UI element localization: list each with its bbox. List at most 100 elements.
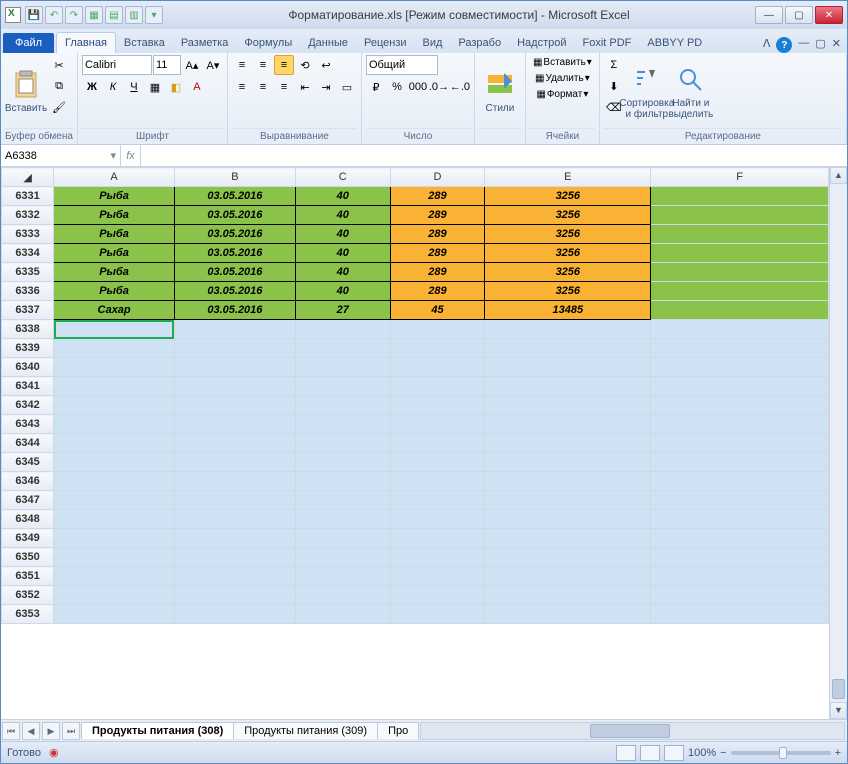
cell[interactable]: [54, 396, 175, 415]
cell[interactable]: [651, 472, 829, 491]
row-header[interactable]: 6331: [2, 187, 54, 206]
name-box-input[interactable]: [5, 150, 85, 162]
cell[interactable]: [174, 491, 295, 510]
bold-button[interactable]: Ж: [82, 77, 102, 97]
cell[interactable]: [54, 377, 175, 396]
cell[interactable]: 40: [295, 282, 390, 301]
cell[interactable]: [485, 339, 651, 358]
fx-icon[interactable]: fx: [121, 145, 141, 166]
help-icon[interactable]: ?: [776, 37, 792, 53]
cell[interactable]: 03.05.2016: [174, 206, 295, 225]
save-icon[interactable]: 💾: [25, 6, 43, 24]
tab-layout[interactable]: Разметка: [173, 33, 237, 53]
cell[interactable]: [390, 415, 485, 434]
cell[interactable]: 45: [390, 301, 485, 320]
scroll-down-icon[interactable]: ▼: [830, 702, 847, 719]
table-row[interactable]: 6344: [2, 434, 829, 453]
table-row[interactable]: 6342: [2, 396, 829, 415]
cell[interactable]: 03.05.2016: [174, 187, 295, 206]
cell[interactable]: 3256: [485, 206, 651, 225]
wrap-text-icon[interactable]: ↩: [316, 55, 336, 75]
table-row[interactable]: 6350: [2, 548, 829, 567]
table-row[interactable]: 6348: [2, 510, 829, 529]
tab-data[interactable]: Данные: [300, 33, 356, 53]
cell[interactable]: [54, 529, 175, 548]
name-box-dropdown-icon[interactable]: ▾: [110, 149, 116, 162]
cell[interactable]: [295, 586, 390, 605]
sheet-nav-next-icon[interactable]: ▶: [42, 722, 60, 740]
cell[interactable]: [390, 434, 485, 453]
cell[interactable]: 3256: [485, 282, 651, 301]
table-row[interactable]: 6338: [2, 320, 829, 339]
horizontal-scrollbar[interactable]: [420, 722, 845, 740]
cell[interactable]: [295, 548, 390, 567]
cell[interactable]: Рыба: [54, 187, 175, 206]
cell[interactable]: [390, 377, 485, 396]
cell[interactable]: [485, 358, 651, 377]
zoom-slider[interactable]: [731, 751, 831, 755]
cell[interactable]: [651, 282, 829, 301]
cell[interactable]: [390, 472, 485, 491]
cell[interactable]: [651, 206, 829, 225]
cell[interactable]: [485, 529, 651, 548]
cell[interactable]: [295, 415, 390, 434]
cell[interactable]: [295, 396, 390, 415]
doc-restore-icon[interactable]: ▢: [815, 37, 825, 53]
cell[interactable]: [485, 567, 651, 586]
tab-addins[interactable]: Надстрой: [509, 33, 574, 53]
cell[interactable]: [485, 548, 651, 567]
cell[interactable]: 289: [390, 206, 485, 225]
format-button[interactable]: ▦ Формат ▾: [530, 87, 595, 102]
row-header[interactable]: 6348: [2, 510, 54, 529]
cell[interactable]: Рыба: [54, 206, 175, 225]
fill-icon[interactable]: ⬇: [604, 76, 624, 96]
cell[interactable]: [651, 434, 829, 453]
cell[interactable]: 40: [295, 244, 390, 263]
row-header[interactable]: 6335: [2, 263, 54, 282]
cell[interactable]: [651, 320, 829, 339]
table-row[interactable]: 6353: [2, 605, 829, 624]
cell[interactable]: 3256: [485, 244, 651, 263]
row-header[interactable]: 6351: [2, 567, 54, 586]
cell[interactable]: [390, 529, 485, 548]
close-button[interactable]: ✕: [815, 6, 843, 24]
table-row[interactable]: 6340: [2, 358, 829, 377]
cell[interactable]: 03.05.2016: [174, 282, 295, 301]
cell[interactable]: [54, 586, 175, 605]
ribbon-minimize-icon[interactable]: ᐱ: [763, 37, 771, 53]
sheet-tab[interactable]: Продукты питания (309): [233, 722, 378, 739]
cell[interactable]: [651, 225, 829, 244]
row-header[interactable]: 6346: [2, 472, 54, 491]
cell[interactable]: [390, 453, 485, 472]
number-format-select[interactable]: [366, 55, 438, 75]
align-left-icon[interactable]: ≡: [232, 77, 252, 97]
cell[interactable]: [54, 453, 175, 472]
find-select-button[interactable]: Найти и выделить: [670, 55, 712, 128]
col-header[interactable]: D: [390, 168, 485, 187]
cell[interactable]: [295, 529, 390, 548]
table-row[interactable]: 6334Рыба03.05.2016402893256: [2, 244, 829, 263]
table-row[interactable]: 6337Сахар03.05.2016274513485: [2, 301, 829, 320]
cell[interactable]: [485, 586, 651, 605]
cell[interactable]: [174, 377, 295, 396]
cell[interactable]: Рыба: [54, 282, 175, 301]
cell[interactable]: [651, 548, 829, 567]
cell[interactable]: [390, 567, 485, 586]
scroll-thumb[interactable]: [832, 679, 845, 699]
row-header[interactable]: 6339: [2, 339, 54, 358]
row-header[interactable]: 6341: [2, 377, 54, 396]
cell[interactable]: [390, 320, 485, 339]
cell[interactable]: [174, 548, 295, 567]
sheet-nav-first-icon[interactable]: ⏮: [2, 722, 20, 740]
currency-icon[interactable]: ₽: [366, 77, 386, 97]
doc-close-icon[interactable]: ✕: [832, 37, 841, 53]
tab-formulas[interactable]: Формулы: [236, 33, 300, 53]
tab-foxit[interactable]: Foxit PDF: [575, 33, 640, 53]
cell[interactable]: [390, 491, 485, 510]
border-button[interactable]: ▦: [145, 77, 165, 97]
row-header[interactable]: 6338: [2, 320, 54, 339]
name-box[interactable]: ▾: [1, 145, 121, 166]
cell[interactable]: [390, 548, 485, 567]
row-header[interactable]: 6350: [2, 548, 54, 567]
paste-button[interactable]: Вставить: [5, 55, 47, 128]
